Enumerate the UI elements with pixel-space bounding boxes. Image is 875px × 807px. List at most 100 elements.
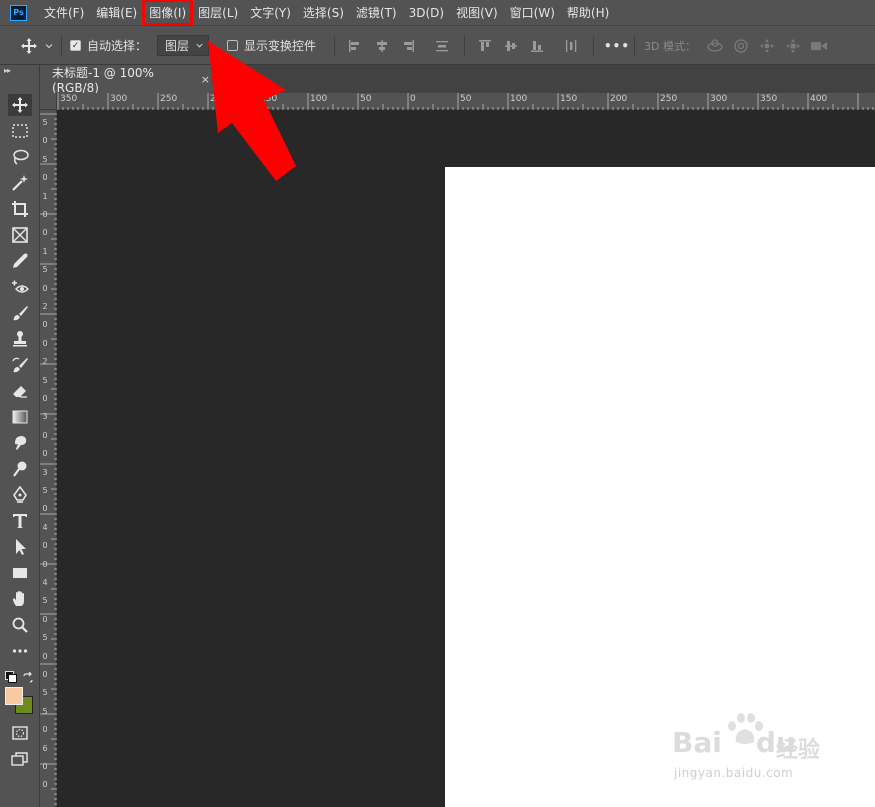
- menu-file[interactable]: 文件(F): [38, 0, 90, 25]
- layer-select-dropdown[interactable]: 图层: [157, 35, 209, 56]
- quick-mask-button[interactable]: [8, 722, 32, 744]
- orbit-3d-button[interactable]: [706, 26, 724, 65]
- crop-tool[interactable]: [8, 198, 32, 220]
- ruler-origin[interactable]: [40, 93, 57, 110]
- ruler-label: 200: [610, 94, 628, 104]
- ruler-label: 4: [42, 522, 48, 532]
- align-top-icon: [479, 39, 491, 51]
- menu-image[interactable]: 图像(I): [142, 0, 194, 26]
- more-options-button[interactable]: •••: [604, 26, 630, 65]
- hand-tool[interactable]: [8, 588, 32, 610]
- document-tab[interactable]: 未标题-1 @ 100%(RGB/8) ×: [40, 65, 218, 95]
- show-transform-checkbox[interactable]: [227, 40, 238, 51]
- menu-3d[interactable]: 3D(D): [403, 0, 450, 25]
- menu-view[interactable]: 视图(V): [450, 0, 504, 25]
- distribute-horizontal-button[interactable]: [564, 26, 578, 65]
- scale-3d-button[interactable]: [810, 26, 828, 65]
- ruler-label: 0: [42, 136, 48, 146]
- align-vertical-center-icon: [505, 40, 517, 51]
- pen-tool[interactable]: [8, 484, 32, 506]
- document-tab-title: 未标题-1 @ 100%(RGB/8): [52, 65, 154, 95]
- default-colors-icon[interactable]: [5, 671, 17, 683]
- panel-collapse-icon[interactable]: ▸▸: [4, 66, 11, 75]
- menu-type[interactable]: 文字(Y): [244, 0, 297, 25]
- brush-tool[interactable]: [8, 302, 32, 324]
- auto-select-checkbox[interactable]: ✓: [70, 40, 81, 51]
- ruler-label: 100: [510, 94, 528, 104]
- dodge-icon: [13, 461, 27, 477]
- ruler-label: 150: [260, 94, 278, 104]
- pen-icon: [13, 486, 27, 503]
- close-tab-icon[interactable]: ×: [201, 73, 210, 86]
- document-canvas[interactable]: [445, 167, 875, 807]
- magic-wand-tool[interactable]: [8, 172, 32, 194]
- align-top-button[interactable]: [478, 26, 492, 65]
- ruler-label: 400: [810, 94, 828, 104]
- align-horizontal-center-icon: [377, 39, 387, 52]
- align-bottom-icon: [531, 40, 543, 52]
- distribute-vertical-button[interactable]: [435, 26, 449, 65]
- show-transform-toggle[interactable]: 显示变换控件: [227, 26, 316, 65]
- ruler-label: 3: [42, 467, 48, 477]
- ruler-label: 0: [42, 228, 48, 238]
- screen-mode-button[interactable]: [8, 748, 32, 770]
- ruler-label: 0: [42, 651, 48, 661]
- frame-tool[interactable]: [8, 224, 32, 246]
- move-tool-preset[interactable]: [20, 26, 54, 65]
- menu-edit[interactable]: 编辑(E): [90, 0, 143, 25]
- healing-tool[interactable]: [8, 276, 32, 298]
- layer-select-wrap[interactable]: 图层: [157, 26, 209, 65]
- align-right-button[interactable]: [401, 26, 415, 65]
- rectangle-tool[interactable]: [8, 562, 32, 584]
- move-icon: [21, 37, 37, 54]
- horizontal-ruler[interactable]: 350 300 250 200 150 100 50 0 50 100 150 200 250 300 35…: [40, 93, 875, 110]
- ruler-label: 0: [42, 780, 48, 790]
- roll-3d-button[interactable]: [733, 26, 749, 65]
- auto-select-toggle[interactable]: ✓ 自动选择：: [70, 26, 147, 65]
- ruler-label: 0: [42, 320, 48, 330]
- align-bottom-button[interactable]: [530, 26, 544, 65]
- zoom-tool[interactable]: [8, 614, 32, 636]
- ruler-label: 2: [42, 302, 48, 311]
- menu-window[interactable]: 窗口(W): [504, 0, 561, 25]
- history-brush-tool[interactable]: [8, 354, 32, 376]
- menu-select[interactable]: 选择(S): [297, 0, 350, 25]
- lasso-tool[interactable]: [8, 146, 32, 168]
- edit-toolbar-button[interactable]: [8, 640, 32, 662]
- ruler-label: 0: [42, 725, 48, 735]
- align-vcenter-button[interactable]: [504, 26, 518, 65]
- eraser-tool[interactable]: [8, 380, 32, 402]
- align-left-button[interactable]: [348, 26, 362, 65]
- distribute-vertical-icon: [436, 40, 448, 51]
- align-left-icon: [349, 39, 359, 52]
- separator: [61, 36, 62, 56]
- foreground-color-swatch[interactable]: [5, 687, 23, 705]
- screen-mode-icon: [11, 752, 28, 766]
- vertical-ruler[interactable]: 5 0 5 0 1 0 0 1 5 0 2 0 0 2 5 0 3 0 0 3 5 0 4 0 0 4 5 0 5 0 0 5 5 0 6 0 0: [40, 110, 57, 807]
- ruler-label: 0: [42, 670, 48, 679]
- smudge-tool[interactable]: [8, 432, 32, 454]
- swap-colors-icon[interactable]: [22, 669, 34, 688]
- gradient-tool[interactable]: [8, 406, 32, 428]
- move-tool[interactable]: [8, 94, 32, 116]
- slide-3d-button[interactable]: [785, 26, 801, 65]
- path-selection-tool[interactable]: [8, 536, 32, 558]
- ruler-label: 6: [42, 743, 48, 753]
- pan-3d-button[interactable]: [759, 26, 775, 65]
- marquee-tool[interactable]: [8, 120, 32, 142]
- magic-wand-icon: [12, 175, 28, 191]
- eyedropper-tool[interactable]: [8, 250, 32, 272]
- dodge-tool[interactable]: [8, 458, 32, 480]
- ruler-label: 200: [210, 94, 228, 104]
- arrow-pointer-icon: [16, 539, 26, 555]
- ruler-label: 350: [60, 94, 78, 104]
- type-tool[interactable]: [8, 510, 32, 532]
- menu-layer[interactable]: 图层(L): [192, 0, 244, 25]
- gradient-icon: [12, 410, 28, 424]
- clone-stamp-tool[interactable]: [8, 328, 32, 350]
- crop-icon: [12, 201, 28, 217]
- menu-help[interactable]: 帮助(H): [561, 0, 615, 25]
- align-hcenter-button[interactable]: [375, 26, 389, 65]
- menu-filter[interactable]: 滤镜(T): [350, 0, 403, 25]
- mode-3d-label: 3D 模式：: [644, 39, 696, 53]
